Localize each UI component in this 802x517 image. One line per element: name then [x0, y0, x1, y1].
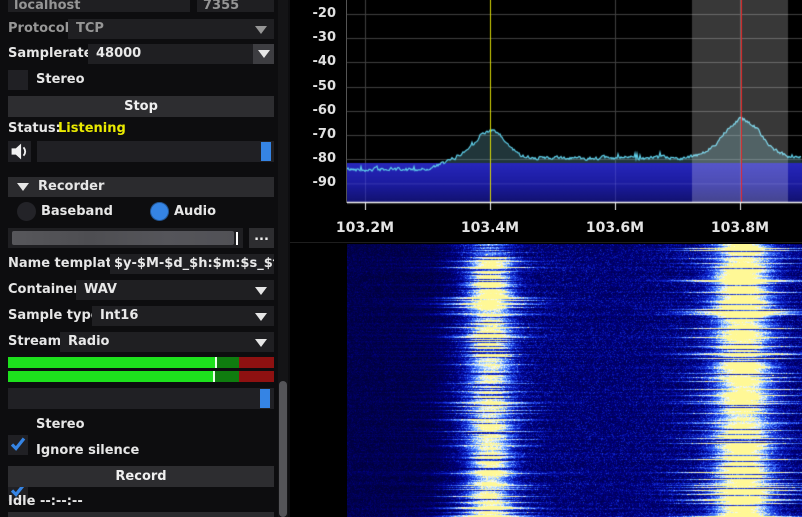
samplerate-dropdown-arrow[interactable] — [253, 44, 274, 64]
y-tick-label: -50 — [312, 78, 337, 94]
stream-value: Radio — [68, 334, 110, 349]
ignore-silence-label: Ignore silence — [36, 443, 140, 458]
protocol-value: TCP — [76, 21, 104, 36]
chevron-down-icon — [258, 50, 270, 58]
x-tick-label: 103.4M — [460, 220, 520, 236]
record-button[interactable]: Record — [8, 466, 274, 487]
name-template-label: Name template — [8, 256, 121, 271]
chevron-down-icon — [255, 313, 267, 321]
selected-text-block — [12, 231, 234, 245]
chevron-down-icon — [255, 339, 267, 347]
record-path-input[interactable] — [8, 228, 243, 248]
y-tick-label: -40 — [312, 54, 337, 70]
triangle-down-icon — [17, 183, 29, 191]
name-template-input[interactable]: $y-$M-$d_$h:$m:$s_$t_$f — [110, 254, 274, 274]
y-tick-label: -80 — [312, 151, 337, 167]
stop-button[interactable]: Stop — [8, 96, 274, 117]
recorder-header[interactable]: Recorder — [8, 177, 274, 197]
recorder-status-text: Idle --:--:-- — [8, 494, 83, 509]
protocol-label: Protocol — [8, 21, 70, 36]
next-module-header[interactable] — [8, 512, 274, 517]
x-tick-label: 103.2M — [335, 220, 395, 236]
y-tick-label: -30 — [312, 30, 337, 46]
browse-button[interactable]: ... — [249, 228, 274, 248]
stream-label: Stream — [8, 334, 62, 349]
host-input[interactable]: localhost — [8, 0, 190, 12]
recorder-volume-slider-handle[interactable] — [260, 389, 271, 408]
radio-baseband-label: Baseband — [41, 204, 113, 219]
speaker-icon — [11, 143, 27, 160]
spectrum-left-axis-line — [346, 0, 347, 203]
samplerate-dropdown[interactable]: 48000 — [88, 44, 274, 64]
sidebar-scrollbar-thumb[interactable] — [279, 381, 287, 517]
waterfall-display[interactable] — [347, 244, 802, 517]
fft-panel: -20 -30 -40 -50 -60 -70 -80 -90 103.2M 103.4M 103… — [290, 0, 802, 517]
x-tick-label: 103.8M — [710, 220, 770, 236]
sidebar: localhost 7355 Protocol TCP Samplerate 4… — [0, 0, 290, 517]
samplerate-value: 48000 — [96, 46, 142, 61]
sample-type-value: Int16 — [100, 308, 139, 323]
chevron-down-icon — [255, 26, 267, 34]
recorder-volume-slider[interactable] — [8, 388, 274, 409]
sample-type-dropdown[interactable]: Int16 — [92, 306, 274, 326]
stream-dropdown[interactable]: Radio — [60, 332, 274, 352]
volume-slider[interactable] — [37, 141, 274, 162]
waterfall-divider — [290, 242, 802, 243]
recorder-title: Recorder — [38, 179, 105, 194]
chevron-down-icon — [255, 287, 267, 295]
sample-type-label: Sample type — [8, 308, 100, 323]
y-tick-label: -20 — [312, 6, 337, 21]
x-tick-label: 103.6M — [585, 220, 645, 236]
status-label: Status: — [8, 121, 61, 136]
container-label: Container — [8, 282, 80, 297]
radio-audio-label: Audio — [174, 204, 217, 219]
y-tick-label: -90 — [312, 175, 337, 191]
sidebar-scrollbar[interactable] — [278, 0, 288, 517]
level-meter-left — [8, 357, 274, 368]
stereo-checkbox-label: Stereo — [36, 72, 85, 87]
stereo-checkbox[interactable] — [8, 70, 28, 90]
level-meter-right — [8, 371, 274, 382]
recorder-stereo-checkbox[interactable] — [8, 435, 28, 455]
radio-baseband[interactable] — [17, 202, 36, 221]
recorder-stereo-label: Stereo — [36, 417, 85, 432]
samplerate-label: Samplerate — [8, 46, 93, 61]
text-cursor — [236, 232, 238, 245]
status-value: Listening — [58, 121, 126, 136]
y-tick-label: -60 — [312, 102, 337, 118]
volume-slider-handle[interactable] — [260, 142, 271, 161]
mute-button[interactable] — [8, 141, 31, 162]
spectrum-plot[interactable] — [347, 0, 802, 210]
container-dropdown[interactable]: WAV — [76, 280, 274, 300]
y-tick-label: -70 — [312, 127, 337, 142]
container-value: WAV — [84, 282, 117, 297]
port-input[interactable]: 7355 — [197, 0, 274, 12]
check-icon — [10, 437, 26, 451]
radio-audio[interactable] — [150, 202, 169, 221]
protocol-dropdown[interactable]: TCP — [68, 19, 274, 39]
